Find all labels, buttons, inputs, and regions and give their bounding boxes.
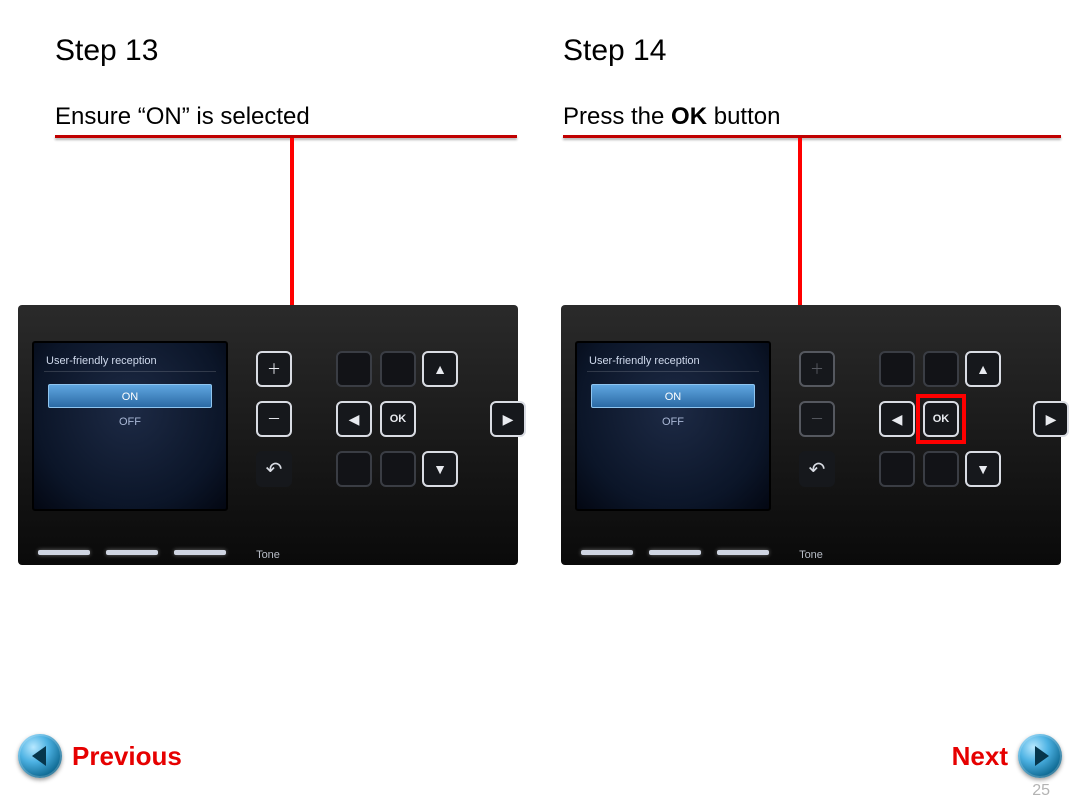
lcd-title-left: User-friendly reception: [44, 351, 216, 372]
ok-button-left[interactable]: OK: [380, 401, 416, 437]
printer-panel-right: User-friendly reception ON OFF ＋ － ↶ ▲ ◀…: [561, 305, 1061, 565]
down-button-right[interactable]: ▼: [965, 451, 1001, 487]
previous-nav[interactable]: Previous: [18, 734, 182, 778]
up-button-left[interactable]: ▲: [422, 351, 458, 387]
lcd-left: User-friendly reception ON OFF: [32, 341, 228, 511]
step14-underline: [563, 135, 1061, 138]
left-button-right[interactable]: ◀: [879, 401, 915, 437]
lcd-option-off-right: OFF: [591, 410, 755, 434]
tone-label-left: Tone: [18, 549, 518, 561]
down-button-left[interactable]: ▼: [422, 451, 458, 487]
panel-slot: [380, 351, 416, 387]
previous-label: Previous: [72, 741, 182, 772]
next-icon: [1018, 734, 1062, 778]
panel-slot: [923, 351, 959, 387]
instruction-post: button: [707, 103, 780, 130]
plus-button-left[interactable]: ＋: [256, 351, 292, 387]
panel-slot: [336, 451, 372, 487]
instruction-pre: Press the: [563, 103, 671, 130]
panel-slot: [336, 351, 372, 387]
step14-instruction: Press the OK button: [563, 103, 780, 131]
lcd-right: User-friendly reception ON OFF: [575, 341, 771, 511]
page-number: 25: [1032, 782, 1050, 800]
back-button-right[interactable]: ↶: [799, 451, 835, 487]
left-button-left[interactable]: ◀: [336, 401, 372, 437]
lcd-title-right: User-friendly reception: [587, 351, 759, 372]
panel-slot: [879, 351, 915, 387]
lcd-option-off-left: OFF: [48, 410, 212, 434]
lcd-option-on-right: ON: [591, 384, 755, 408]
step13-heading: Step 13: [55, 34, 158, 68]
step13-underline: [55, 135, 517, 138]
step14-heading: Step 14: [563, 34, 666, 68]
right-button-left[interactable]: ▶: [490, 401, 526, 437]
panel-slot: [923, 451, 959, 487]
plus-button-right[interactable]: ＋: [799, 351, 835, 387]
panel-slot: [879, 451, 915, 487]
minus-button-right[interactable]: －: [799, 401, 835, 437]
lcd-option-on-left: ON: [48, 384, 212, 408]
next-nav[interactable]: Next: [952, 734, 1062, 778]
printer-panel-left: User-friendly reception ON OFF ＋ － ↶ ▲ ◀…: [18, 305, 518, 565]
up-button-right[interactable]: ▲: [965, 351, 1001, 387]
back-button-left[interactable]: ↶: [256, 451, 292, 487]
minus-button-left[interactable]: －: [256, 401, 292, 437]
panel-slot: [380, 451, 416, 487]
ok-button-right[interactable]: OK: [923, 401, 959, 437]
step13-instruction: Ensure “ON” is selected: [55, 103, 310, 131]
tone-label-right: Tone: [561, 549, 1061, 561]
previous-icon: [18, 734, 62, 778]
slide: Step 13 Ensure “ON” is selected User-fri…: [0, 0, 1080, 810]
instruction-bold: OK: [671, 103, 707, 130]
right-button-right[interactable]: ▶: [1033, 401, 1069, 437]
next-label: Next: [952, 741, 1008, 772]
